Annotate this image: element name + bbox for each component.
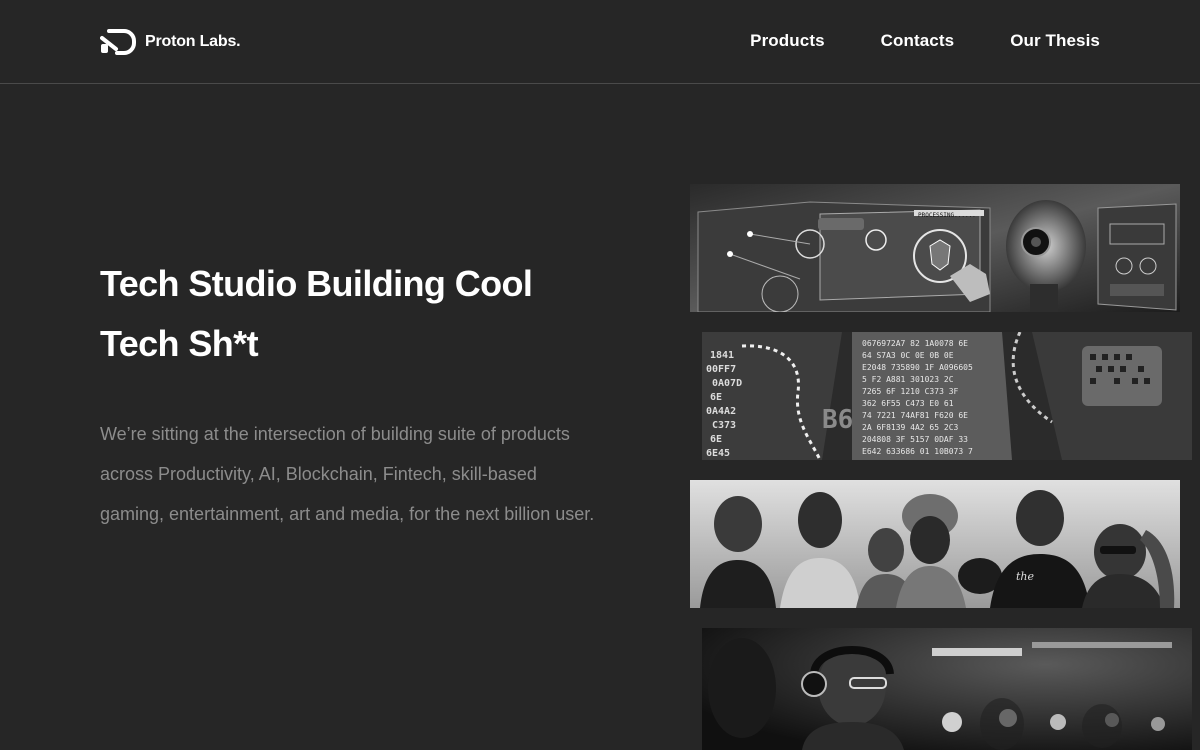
svg-text:E2048 735890 1F A096605: E2048 735890 1F A096605 [862, 363, 973, 372]
svg-text:5 F2 A881 301023 2C: 5 F2 A881 301023 2C [862, 375, 954, 384]
hero-description: We’re sitting at the intersection of bui… [100, 424, 595, 524]
svg-text:1841: 1841 [710, 350, 734, 361]
gamers-image [702, 628, 1192, 750]
site-header: Proton Labs. Products Contacts Our Thesi… [0, 0, 1200, 84]
tech-hud-image: PROCESSING...... [690, 184, 1180, 312]
svg-text:the: the [1016, 570, 1035, 583]
svg-text:B6: B6 [822, 405, 853, 435]
nav-products[interactable]: Products [750, 30, 824, 52]
hero-title: Tech Studio Building Cool Tech Sh*t [100, 263, 533, 364]
svg-text:74 7221 74AF81 F620 6E: 74 7221 74AF81 F620 6E [862, 411, 968, 420]
svg-text:6E: 6E [710, 392, 722, 403]
svg-text:7265 6F 1210 C373 3F: 7265 6F 1210 C373 3F [862, 387, 959, 396]
svg-text:E642 633686 01 10B073 7: E642 633686 01 10B073 7 [862, 447, 973, 456]
svg-text:204808 3F 5157 0DAF 33: 204808 3F 5157 0DAF 33 [862, 435, 968, 444]
people-collage-image: the [690, 480, 1180, 608]
svg-text:0A4A2: 0A4A2 [706, 406, 736, 417]
nav-our-thesis[interactable]: Our Thesis [1010, 30, 1100, 52]
svg-text:0676972A7 82 1A0078 6E: 0676972A7 82 1A0078 6E [862, 339, 968, 348]
main-nav: Products Contacts Our Thesis [750, 30, 1100, 52]
svg-text:362 6F55 C473 E0 61: 362 6F55 C473 E0 61 [862, 399, 954, 408]
data-code-image: 0676972A7 82 1A0078 6E 64 S7A3 0C 0E 0B … [702, 332, 1192, 460]
svg-text:6E45: 6E45 [706, 448, 730, 459]
svg-text:6E: 6E [710, 434, 722, 445]
processing-label: PROCESSING...... [918, 212, 976, 219]
svg-text:64 S7A3 0C 0E 0B 0E: 64 S7A3 0C 0E 0B 0E [862, 351, 954, 360]
svg-text:C373: C373 [712, 420, 736, 431]
nav-contacts[interactable]: Contacts [881, 30, 955, 52]
svg-text:2A 6F8139 4A2 65 2C3: 2A 6F8139 4A2 65 2C3 [862, 423, 959, 432]
proton-logo-icon [100, 29, 136, 55]
logo-link[interactable]: Proton Labs. [100, 28, 241, 56]
brand-name: Proton Labs. [145, 33, 241, 50]
svg-text:00FF7: 00FF7 [706, 364, 736, 375]
page: Proton Labs. Products Contacts Our Thesi… [0, 0, 1200, 750]
svg-text:0A07D: 0A07D [712, 378, 742, 389]
